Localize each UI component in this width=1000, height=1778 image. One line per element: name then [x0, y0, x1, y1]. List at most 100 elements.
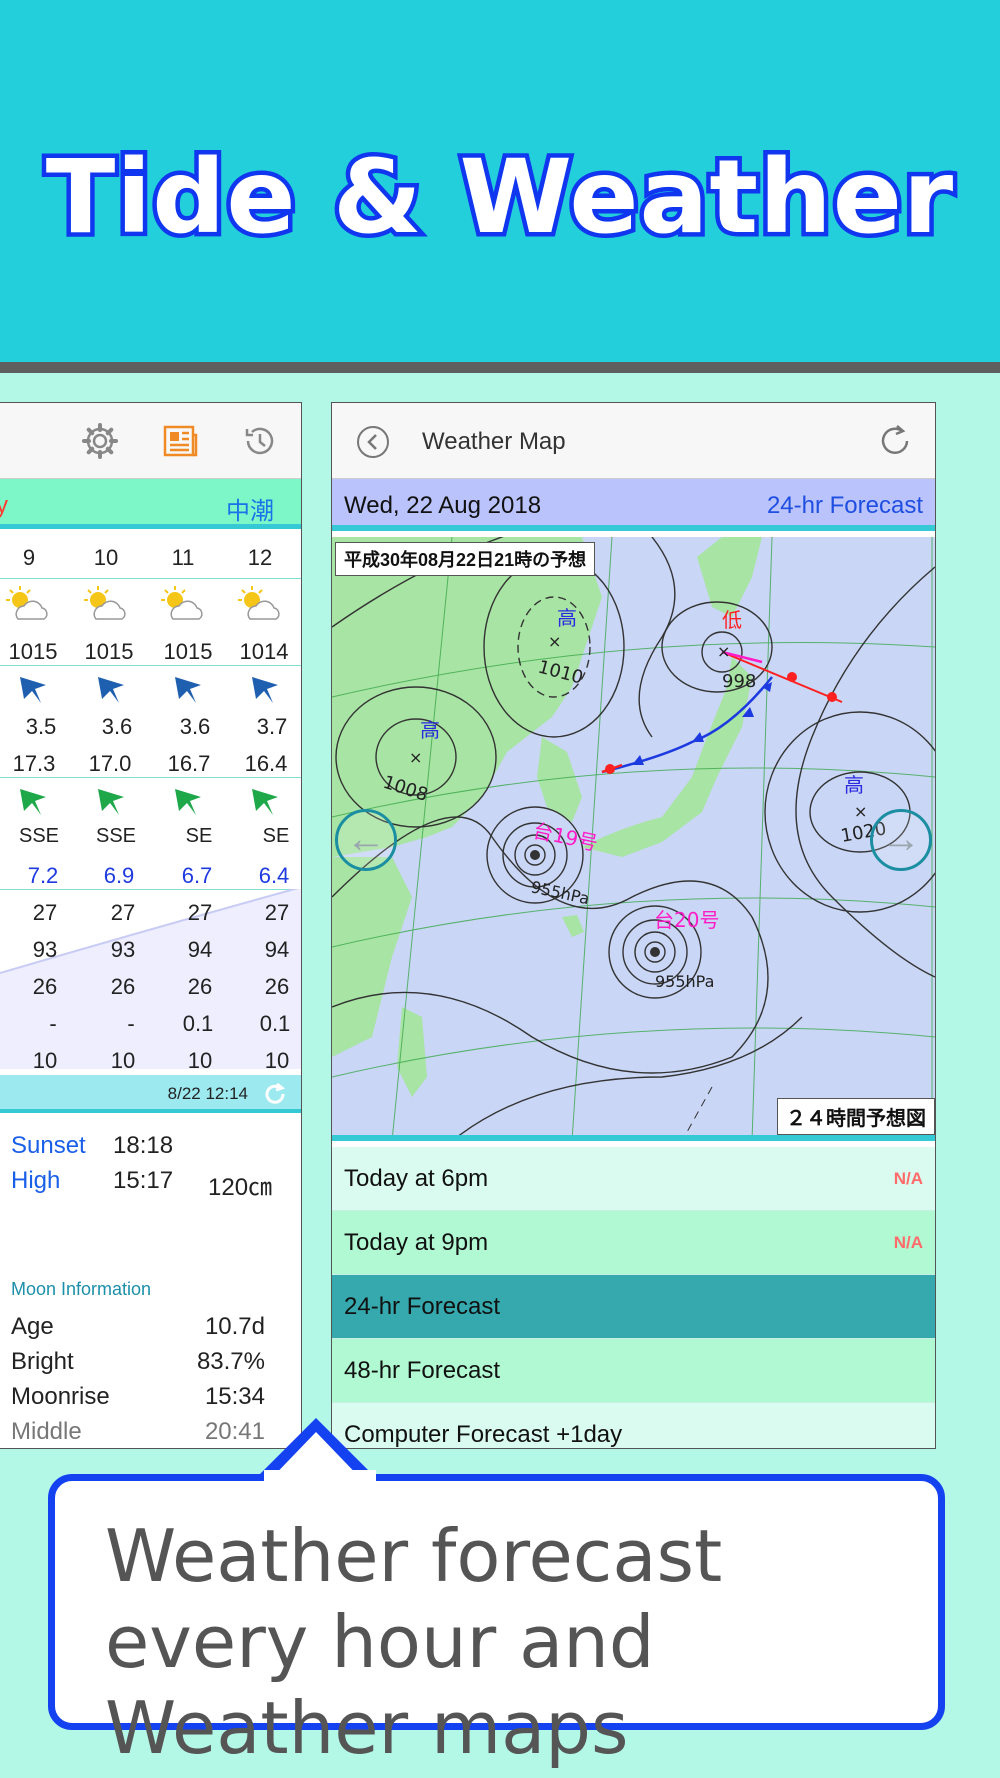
weather-map-toolbar: Weather Map [332, 403, 935, 479]
hour-cell: 9 [22, 545, 36, 570]
cloud-cell: 10 [110, 1048, 136, 1073]
hour-cell: 10 [93, 545, 119, 570]
page-title: Weather Map [422, 428, 566, 455]
date-bar: Wed, 22 Aug 2018 24-hr Forecast [332, 479, 935, 531]
svg-text:×: × [717, 642, 730, 661]
pressure-cell: 1015 [8, 639, 58, 664]
wind-dir-cell: SSE [95, 825, 137, 847]
sunset-time: 18:18 [113, 1132, 174, 1159]
hour-cell: 12 [247, 545, 273, 570]
wind-speed-cell: 6.7 [181, 863, 213, 888]
typhoon-pressure: 955hPa [655, 972, 714, 991]
refresh-icon[interactable] [877, 423, 913, 459]
moon-info-heading: Moon Information [11, 1279, 152, 1299]
high-tide-level: 120㎝ [208, 1174, 273, 1201]
sunset-label: Sunset [11, 1132, 86, 1159]
high-tide-label: High [11, 1167, 61, 1194]
wave-period-cell: 17.3 [12, 751, 56, 776]
partly-cloudy-icon [238, 586, 280, 620]
refresh-icon[interactable] [262, 1081, 288, 1107]
settings-gear-icon[interactable] [80, 421, 120, 461]
low-pressure-label: 低 [722, 608, 742, 632]
list-item-today-6pm[interactable]: Today at 6pm N/A [332, 1147, 935, 1211]
wave-period-cell: 16.4 [244, 751, 288, 776]
update-time: 8/22 12:14 [167, 1084, 248, 1103]
moonrise-label: Moonrise [11, 1383, 110, 1410]
callout-pointer-mask [264, 1470, 376, 1486]
wind-dir-cell: SE [262, 825, 290, 847]
forecast-date: Wed, 22 Aug 2018 [344, 492, 542, 519]
water-temp-cell: 26 [32, 974, 58, 999]
rain-cell: 0.1 [259, 1011, 291, 1036]
tide-day-label: y [0, 492, 8, 520]
status-badge: N/A [893, 1233, 923, 1252]
humidity-cell: 94 [187, 937, 213, 962]
newspaper-icon[interactable] [160, 421, 200, 461]
weather-map-image: 高 × 1010 高 × 1008 低 × 998 高 × 1020 台19号 … [332, 537, 935, 1135]
high-tide-time: 15:17 [113, 1167, 174, 1194]
list-item-today-9pm[interactable]: Today at 9pm N/A [332, 1211, 935, 1275]
tide-type-label: 中潮 [226, 498, 274, 525]
tide-toolbar [0, 403, 301, 479]
list-item-label: 24-hr Forecast [344, 1293, 501, 1320]
wind-dir-cell: SSE [18, 825, 60, 847]
wind-direction-arrow-icon [252, 789, 278, 815]
wind-dir-label-row: SSE SSE SE SE [0, 825, 301, 862]
wind-direction-arrow-icon [175, 789, 201, 815]
wave-period-cell: 17.0 [88, 751, 132, 776]
map-caption: 平成30年08月22日21時の予想 [335, 542, 596, 576]
humidity-row: 93 93 94 94 [0, 937, 301, 974]
humidity-cell: 94 [264, 937, 290, 962]
moon-bright-label: Bright [11, 1348, 74, 1375]
moon-middle-label: Middle [11, 1418, 82, 1445]
water-temp-cell: 26 [264, 974, 290, 999]
rain-cell: - [49, 1011, 57, 1036]
list-item-48hr-forecast[interactable]: 48-hr Forecast [332, 1339, 935, 1403]
wave-direction-row [0, 671, 301, 711]
temperature-cell: 27 [110, 900, 136, 925]
wave-direction-arrow-icon [252, 677, 278, 703]
partly-cloudy-icon [6, 586, 48, 620]
banner-title: Tide & Weather [41, 134, 957, 262]
wave-height-cell: 3.5 [25, 714, 57, 739]
tide-type-bar: y 中潮 [0, 479, 301, 529]
typhoon-label: 台20号 [654, 908, 719, 932]
high-pressure-label: 高 [420, 718, 440, 742]
wind-speed-cell: 6.9 [103, 863, 135, 888]
temperature-cell: 27 [264, 900, 290, 925]
history-clock-icon[interactable] [240, 421, 280, 461]
wave-direction-arrow-icon [20, 677, 46, 703]
svg-text:×: × [409, 748, 422, 767]
list-item-label: Today at 9pm [344, 1229, 489, 1256]
wave-height-row: 3.5 3.6 3.6 3.7 [0, 714, 301, 751]
water-temp-cell: 26 [187, 974, 213, 999]
wave-period-cell: 16.7 [167, 751, 211, 776]
wind-speed-cell: 6.4 [258, 863, 290, 888]
hour-row: 9 10 11 12 [0, 545, 301, 582]
list-item-label: 48-hr Forecast [344, 1357, 501, 1384]
back-icon[interactable] [356, 425, 390, 459]
temperature-cell: 27 [32, 900, 58, 925]
previous-map-arrow-icon[interactable]: ← [335, 809, 397, 871]
svg-text:×: × [854, 802, 867, 821]
header-banner: Tide & Weather [0, 0, 1000, 362]
temperature-row: 27 27 27 27 [0, 900, 301, 937]
moonrise-value: 15:34 [204, 1383, 265, 1410]
humidity-cell: 93 [110, 937, 136, 962]
wind-dir-cell: SE [185, 825, 213, 847]
pressure-cell: 1015 [163, 639, 213, 664]
list-item-24hr-forecast[interactable]: 24-hr Forecast [332, 1275, 935, 1339]
weather-map: 高 × 1010 高 × 1008 低 × 998 高 × 1020 台19号 … [332, 537, 935, 1141]
pressure-cell: 1014 [239, 639, 289, 664]
rain-cell: 0.1 [182, 1011, 214, 1036]
wind-direction-row [0, 783, 301, 823]
cloud-cell: 10 [264, 1048, 290, 1073]
next-map-arrow-icon[interactable]: → [870, 809, 932, 871]
callout-text: Weather forecast every hour and Weather … [105, 1514, 723, 1770]
partly-cloudy-icon [161, 586, 203, 620]
list-item-computer-forecast[interactable]: Computer Forecast +1day [332, 1403, 935, 1448]
map-footer-caption: ２４時間予想図 [777, 1098, 935, 1135]
humidity-cell: 93 [32, 937, 58, 962]
cloud-cell: 10 [187, 1048, 213, 1073]
status-badge: N/A [893, 1169, 923, 1188]
